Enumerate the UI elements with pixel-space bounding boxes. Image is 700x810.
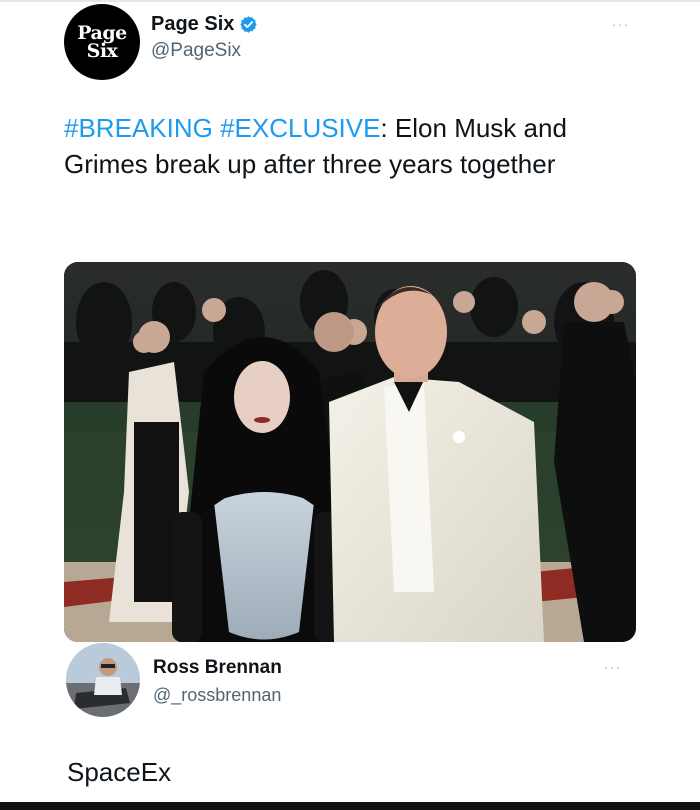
- avatar-photo-image: [66, 643, 140, 717]
- avatar-logo-line2: Six: [86, 40, 118, 62]
- verified-badge-icon: [240, 16, 258, 33]
- author-name-text: Page Six: [151, 13, 235, 35]
- reply-author-handle[interactable]: @_rossbrennan: [153, 685, 281, 706]
- tweet-author-handle[interactable]: @PageSix: [151, 40, 241, 62]
- bottom-bar: [0, 802, 700, 810]
- tweet-text-colon: :: [380, 113, 388, 143]
- tweet-photo[interactable]: [64, 262, 636, 642]
- reply-more-options-icon[interactable]: ···: [604, 659, 621, 675]
- hashtag-exclusive[interactable]: #EXCLUSIVE: [220, 113, 380, 143]
- more-options-icon[interactable]: ···: [612, 16, 629, 32]
- reply-text: SpaceEx: [67, 757, 172, 787]
- ross-brennan-avatar[interactable]: [66, 643, 140, 717]
- top-divider: [0, 0, 700, 2]
- page-six-avatar[interactable]: Page Six: [64, 4, 140, 80]
- tweet-photo-image: [64, 262, 636, 642]
- tweet-author-name[interactable]: Page Six: [151, 13, 258, 36]
- reply-author-name[interactable]: Ross Brennan: [153, 657, 282, 679]
- hashtag-breaking[interactable]: #BREAKING: [64, 113, 213, 143]
- tweet-text: #BREAKING #EXCLUSIVE: Elon Musk and Grim…: [64, 110, 624, 182]
